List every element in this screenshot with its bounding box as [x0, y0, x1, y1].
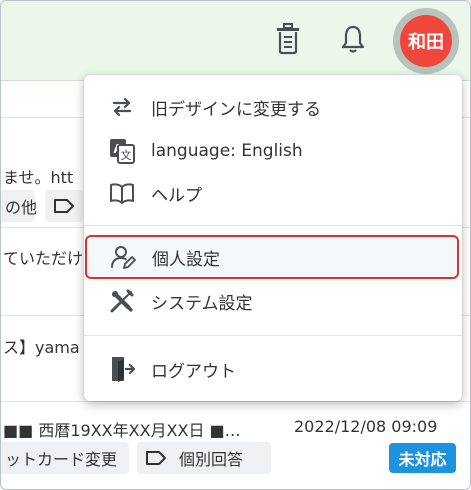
- tag-icon: [146, 451, 166, 465]
- app-window: 和田 ませ。htt の他 ていただけ ス】yama ■■ 西暦19XX年XX月X…: [0, 0, 471, 490]
- user-edit-icon: [109, 243, 137, 271]
- menu-item-language[interactable]: A 文 language: English: [84, 129, 462, 173]
- tag-icon: [54, 199, 74, 213]
- menu-divider: [84, 225, 462, 226]
- tag-label: 個別回答: [179, 450, 244, 469]
- menu-item-label: 個人設定: [152, 249, 220, 270]
- trash-icon[interactable]: [273, 21, 303, 57]
- tools-icon: [108, 287, 136, 315]
- menu-item-logout[interactable]: ログアウト: [84, 347, 462, 391]
- menu-item-personal-settings[interactable]: 個人設定: [85, 235, 459, 279]
- message-snippet: ませ。htt: [3, 168, 74, 187]
- swap-arrows-icon: [108, 93, 136, 121]
- menu-item-label: システム設定: [151, 293, 253, 314]
- menu-item-system-settings[interactable]: システム設定: [84, 279, 462, 323]
- user-avatar[interactable]: 和田: [400, 15, 452, 67]
- svg-text:文: 文: [121, 148, 132, 162]
- menu-item-label: language: English: [151, 141, 303, 161]
- tag-chip[interactable]: ットカード変更: [1, 442, 129, 474]
- user-dropdown-menu: 旧デザインに変更する A 文 language: English ヘルプ: [84, 75, 462, 401]
- tag-chip[interactable]: の他: [1, 190, 37, 222]
- tag-chip-reply[interactable]: 個別回答: [137, 442, 271, 474]
- book-icon: [108, 179, 136, 207]
- menu-item-switch-old-design[interactable]: 旧デザインに変更する: [84, 85, 462, 129]
- menu-item-label: ヘルプ: [151, 185, 202, 206]
- row-divider: [1, 401, 470, 402]
- menu-item-label: ログアウト: [151, 361, 236, 382]
- menu-divider: [84, 335, 462, 336]
- menu-item-label: 旧デザインに変更する: [151, 99, 321, 120]
- tag-chip[interactable]: [45, 190, 83, 222]
- status-badge: 未対応: [389, 443, 456, 473]
- header-bar: 和田: [1, 1, 470, 81]
- bell-icon[interactable]: [338, 21, 368, 57]
- message-snippet: ス】yama: [3, 338, 80, 357]
- message-subject: ■■ 西暦19XX年XX月XX日 ■…: [3, 421, 241, 440]
- message-snippet: ていただけ: [3, 249, 84, 268]
- menu-item-help[interactable]: ヘルプ: [84, 171, 462, 215]
- message-datetime: 2022/12/08 09:09: [294, 417, 438, 436]
- logout-door-icon: [108, 355, 136, 383]
- translate-icon: A 文: [108, 137, 136, 165]
